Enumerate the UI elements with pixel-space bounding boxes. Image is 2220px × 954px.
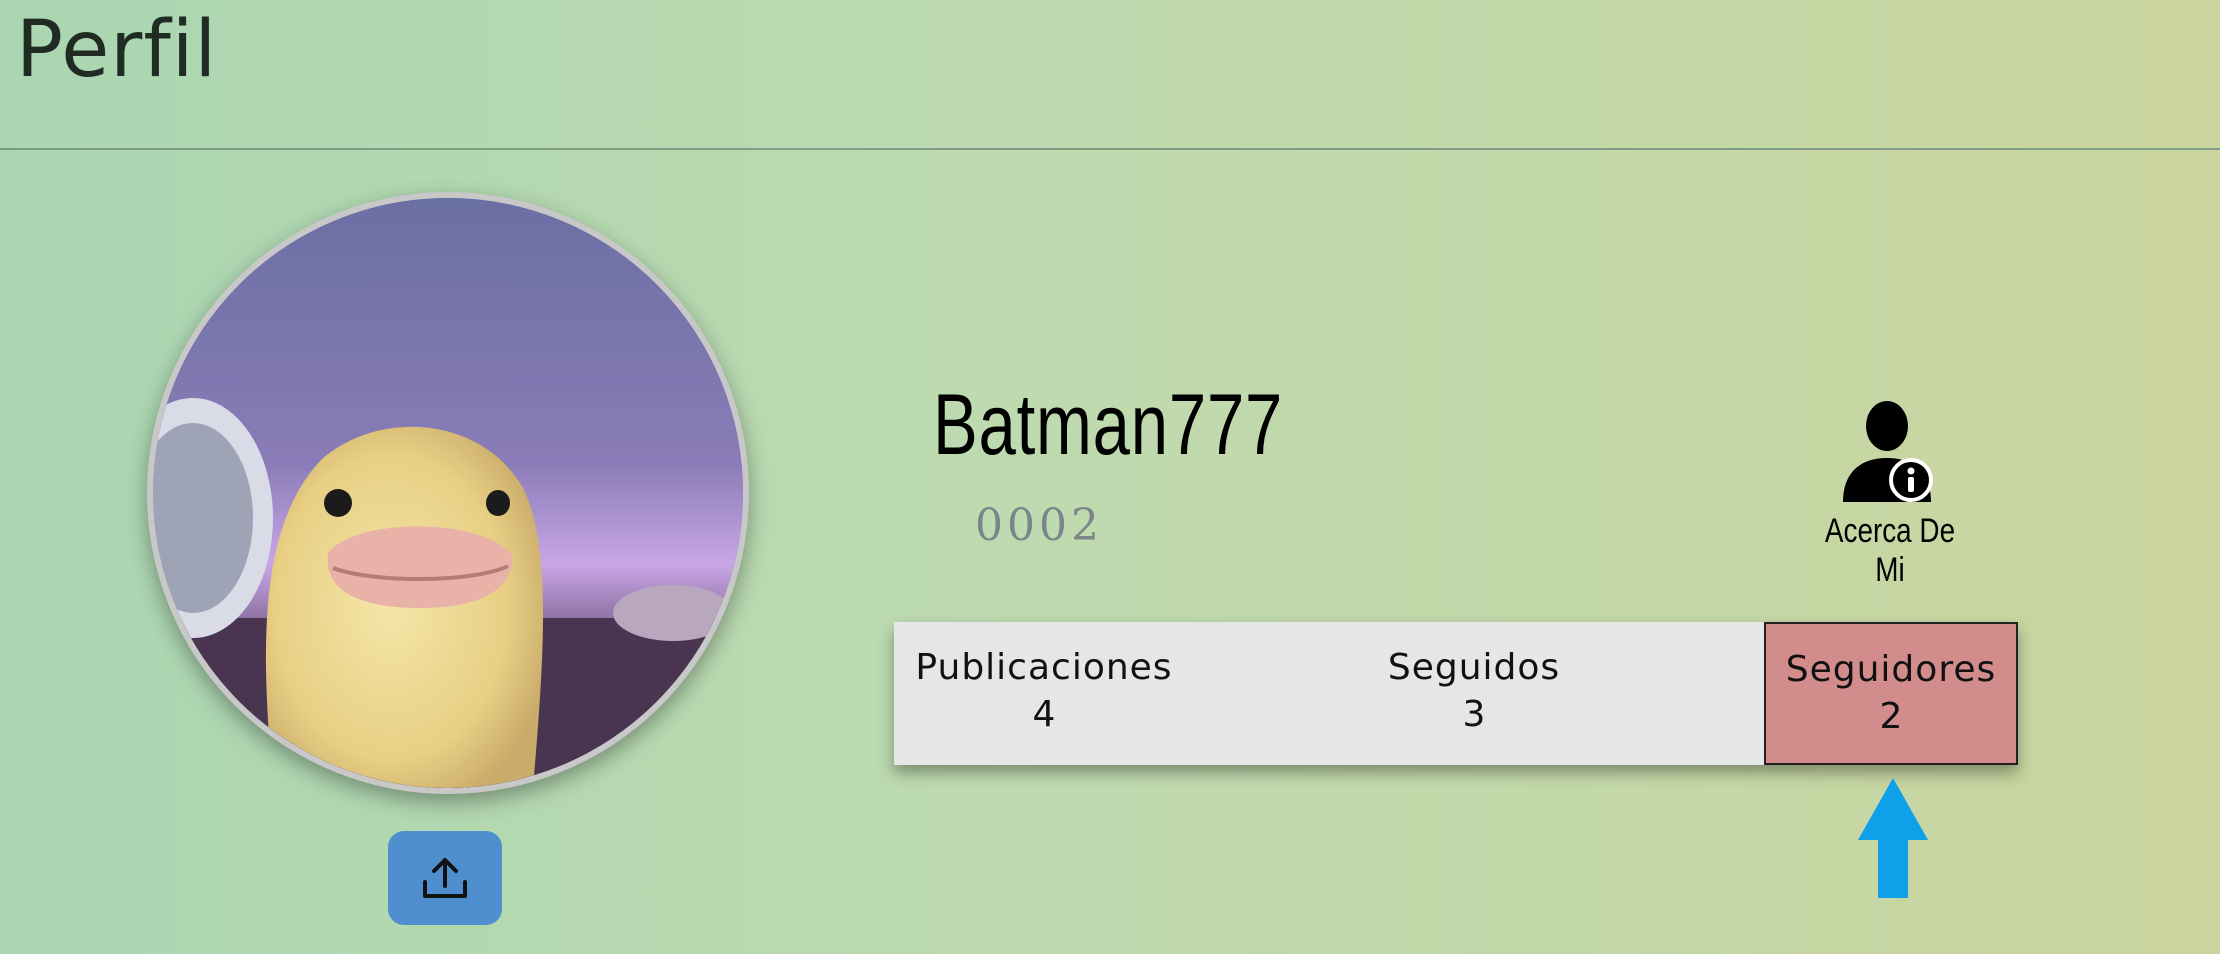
username: Batman777: [933, 377, 1284, 473]
profile-avatar: [147, 192, 749, 794]
user-info-icon: [1843, 401, 1933, 502]
stat-followers-label: Seguidores: [1785, 649, 1997, 690]
stat-following-label: Seguidos: [1387, 647, 1561, 688]
stat-followers-value: 2: [1879, 696, 1903, 737]
header-divider: [0, 148, 2220, 150]
upload-icon: [423, 858, 467, 898]
stat-followers[interactable]: Seguidores 2: [1764, 622, 2018, 765]
user-code: 0002: [975, 500, 1103, 551]
arrow-up-icon: [1858, 778, 1928, 898]
stat-following-value: 3: [1462, 694, 1486, 735]
stat-posts-label: Publicaciones: [915, 647, 1173, 688]
stat-posts[interactable]: Publicaciones 4: [894, 622, 1194, 765]
duckling-photo: [153, 198, 743, 788]
page-title: Perfil: [16, 5, 218, 95]
stat-posts-value: 4: [1032, 694, 1056, 735]
about-me-button[interactable]: Acerca De Mi: [1790, 398, 1990, 589]
upload-photo-button[interactable]: [388, 831, 502, 925]
stat-following[interactable]: Seguidos 3: [1274, 622, 1674, 765]
stats-bar: Publicaciones 4 Seguidos 3 Seguidores 2: [894, 622, 2018, 765]
about-me-label: Acerca De Mi: [1824, 512, 1956, 589]
